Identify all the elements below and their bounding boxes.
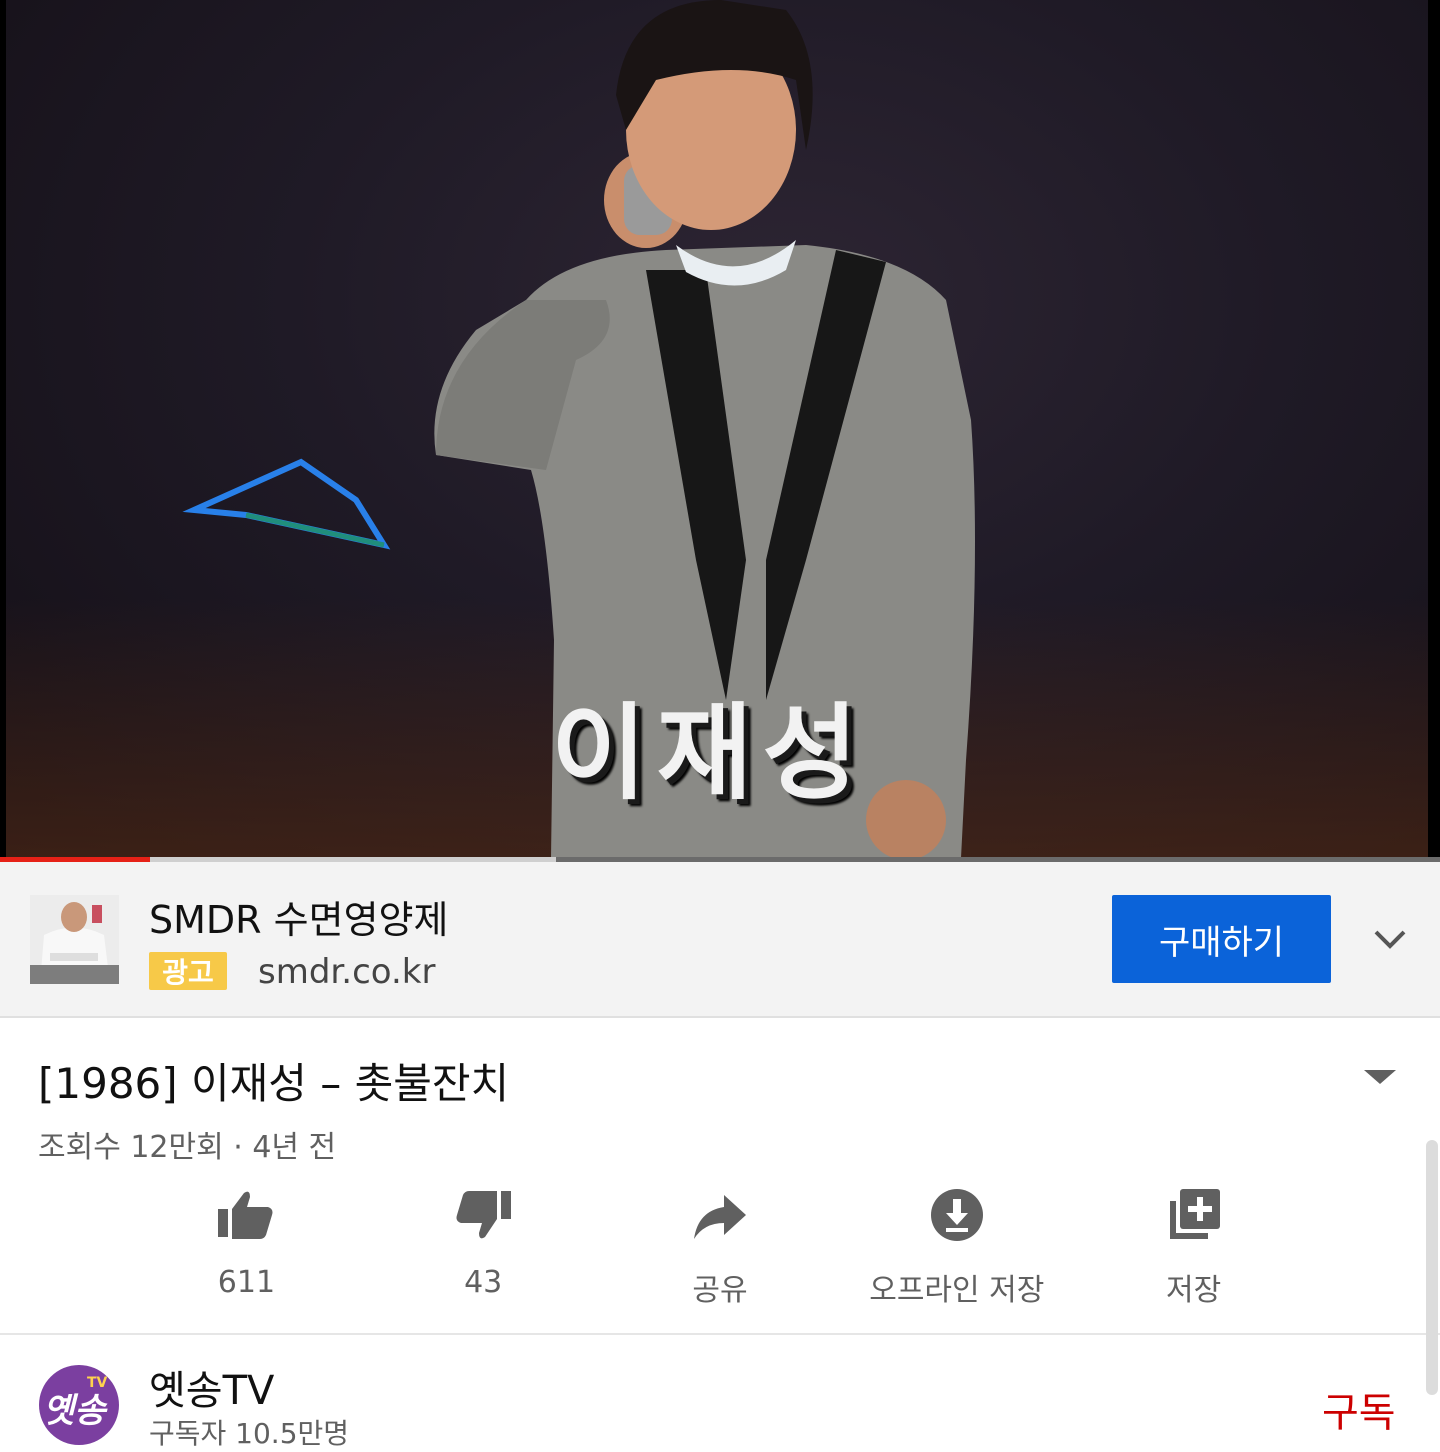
- dislike-count: 43: [464, 1265, 503, 1300]
- video-player[interactable]: 이재성: [0, 0, 1440, 862]
- ad-banner[interactable]: SMDR 수면영양제 광고 smdr.co.kr 구매하기: [0, 862, 1440, 1018]
- expand-description-icon[interactable]: [1360, 1062, 1400, 1092]
- section-divider: [0, 1333, 1440, 1335]
- playlist-add-icon: [1169, 1189, 1220, 1239]
- dislike-button[interactable]: 43: [365, 1185, 602, 1315]
- channel-avatar-tv: TV: [87, 1375, 108, 1391]
- like-button[interactable]: 611: [128, 1185, 365, 1315]
- save-label: 저장: [1165, 1273, 1222, 1308]
- ad-thumbnail-image: [30, 895, 119, 984]
- thumbs-up-icon: [218, 1191, 273, 1239]
- action-bar: 611 43 공유 오프라인 저장 저장: [128, 1185, 1312, 1315]
- chevron-down-icon[interactable]: [1368, 920, 1412, 960]
- save-button[interactable]: 저장: [1075, 1185, 1312, 1315]
- download-label: 오프라인 저장: [869, 1273, 1045, 1308]
- buy-button[interactable]: 구매하기: [1112, 895, 1331, 983]
- channel-name[interactable]: 옛송TV: [149, 1358, 274, 1416]
- video-subtitle-caption: 이재성: [551, 692, 869, 814]
- channel-avatar[interactable]: 옛송 TV: [39, 1365, 119, 1445]
- video-meta: 조회수 12만회 · 4년 전: [38, 1130, 337, 1165]
- ad-thumbnail[interactable]: [30, 895, 119, 984]
- scrollbar-thumb[interactable]: [1426, 1140, 1438, 1395]
- thumbs-down-icon: [456, 1191, 512, 1239]
- download-icon: [930, 1189, 983, 1241]
- video-title[interactable]: [1986] 이재성 – 촛불잔치: [38, 1050, 509, 1111]
- ad-title[interactable]: SMDR 수면영양제: [149, 889, 448, 944]
- ad-url[interactable]: smdr.co.kr: [258, 952, 435, 992]
- share-icon: [693, 1195, 746, 1239]
- download-button[interactable]: 오프라인 저장: [838, 1185, 1075, 1315]
- share-button[interactable]: 공유: [602, 1185, 839, 1315]
- subscriber-count: 구독자 10.5만명: [149, 1417, 350, 1450]
- subscribe-button[interactable]: 구독: [1322, 1380, 1396, 1438]
- share-label: 공유: [692, 1273, 748, 1308]
- ad-badge: 광고: [149, 952, 227, 990]
- like-count: 611: [217, 1265, 276, 1300]
- video-frame[interactable]: 이재성: [6, 0, 1428, 858]
